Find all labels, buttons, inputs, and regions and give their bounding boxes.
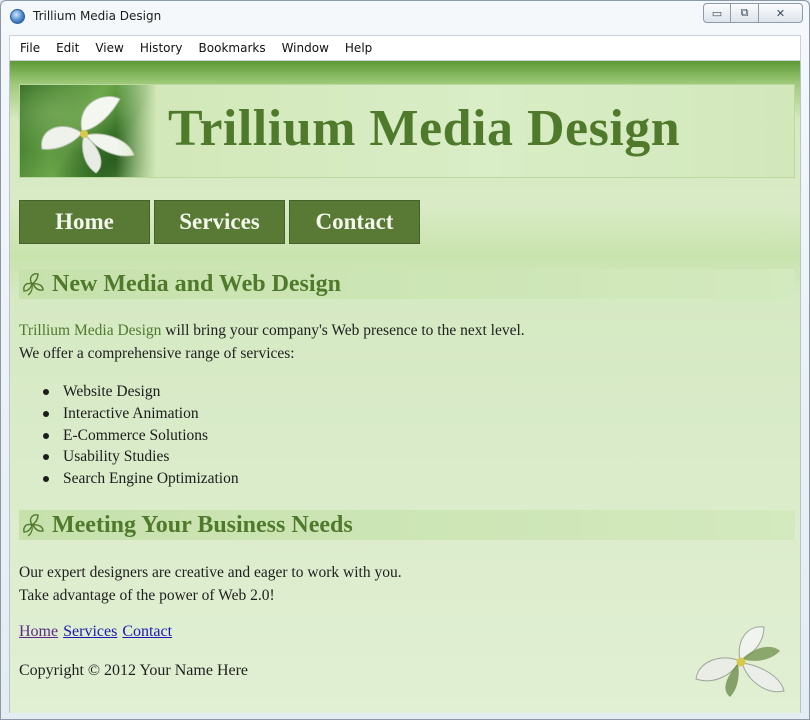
business-paragraph: Our expert designers are creative and ea… bbox=[19, 561, 402, 607]
intro-line-2: We offer a comprehensive range of servic… bbox=[19, 345, 295, 362]
browser-globe-icon bbox=[10, 9, 25, 24]
close-button[interactable]: ✕ bbox=[759, 3, 803, 23]
section-title-business: Meeting Your Business Needs bbox=[52, 511, 353, 538]
footer-link-home[interactable]: Home bbox=[19, 623, 58, 641]
browser-window: Trillium Media Design ▭ ⧉ ✕ File Edit Vi… bbox=[0, 0, 810, 720]
menu-bookmarks[interactable]: Bookmarks bbox=[191, 41, 274, 55]
business-line-1: Our expert designers are creative and ea… bbox=[19, 564, 402, 581]
main-nav: Home Services Contact bbox=[19, 200, 420, 244]
copyright-text: Copyright © 2012 Your Name Here bbox=[19, 662, 249, 679]
footer-link-contact[interactable]: Contact bbox=[122, 623, 172, 641]
list-item: E-Commerce Solutions bbox=[43, 425, 239, 447]
menu-file[interactable]: File bbox=[12, 41, 48, 55]
brand-name: Trillium Media Design bbox=[19, 322, 162, 339]
banner-title: Trillium Media Design bbox=[168, 100, 681, 157]
menu-view[interactable]: View bbox=[87, 41, 131, 55]
menu-help[interactable]: Help bbox=[337, 41, 380, 55]
services-list: Website Design Interactive Animation E-C… bbox=[43, 381, 239, 490]
list-item: Interactive Animation bbox=[43, 403, 239, 425]
trillium-flower-photo bbox=[20, 85, 156, 177]
list-item: Website Design bbox=[43, 381, 239, 403]
footer-nav: Home Services Contact bbox=[19, 623, 172, 641]
restore-icon: ⧉ bbox=[740, 6, 749, 19]
menu-window[interactable]: Window bbox=[274, 41, 337, 55]
window-title: Trillium Media Design bbox=[33, 9, 162, 23]
page-viewport[interactable]: Trillium Media Design Home Services Cont… bbox=[9, 61, 801, 713]
intro-paragraph: Trillium Media Design will bring your co… bbox=[19, 319, 525, 365]
menu-history[interactable]: History bbox=[132, 41, 191, 55]
section-title-new-media: New Media and Web Design bbox=[52, 270, 341, 297]
minimize-button[interactable]: ▭ bbox=[703, 3, 731, 23]
close-icon: ✕ bbox=[775, 6, 786, 20]
title-bar[interactable]: Trillium Media Design ▭ ⧉ ✕ bbox=[1, 1, 809, 33]
trillium-outline-icon bbox=[23, 514, 44, 537]
nav-contact-button[interactable]: Contact bbox=[289, 200, 420, 244]
footer-link-services[interactable]: Services bbox=[63, 623, 117, 641]
site-banner: Trillium Media Design bbox=[19, 84, 795, 178]
list-item: Usability Studies bbox=[43, 446, 239, 468]
list-item: Search Engine Optimization bbox=[43, 468, 239, 490]
menu-edit[interactable]: Edit bbox=[48, 41, 87, 55]
menu-bar: File Edit View History Bookmarks Window … bbox=[9, 35, 801, 61]
window-controls: ▭ ⧉ ✕ bbox=[703, 3, 803, 23]
minimize-icon: ▭ bbox=[711, 6, 723, 20]
business-line-2: Take advantage of the power of Web 2.0! bbox=[19, 587, 275, 604]
section-heading-business: Meeting Your Business Needs bbox=[19, 510, 795, 540]
section-heading-new-media: New Media and Web Design bbox=[19, 269, 795, 299]
trillium-flower-icon bbox=[695, 626, 785, 697]
maximize-button[interactable]: ⧉ bbox=[731, 3, 759, 23]
trillium-outline-icon bbox=[23, 273, 44, 296]
intro-text: will bring your company's Web presence t… bbox=[161, 322, 525, 339]
nav-services-button[interactable]: Services bbox=[154, 200, 285, 244]
nav-home-button[interactable]: Home bbox=[19, 200, 150, 244]
